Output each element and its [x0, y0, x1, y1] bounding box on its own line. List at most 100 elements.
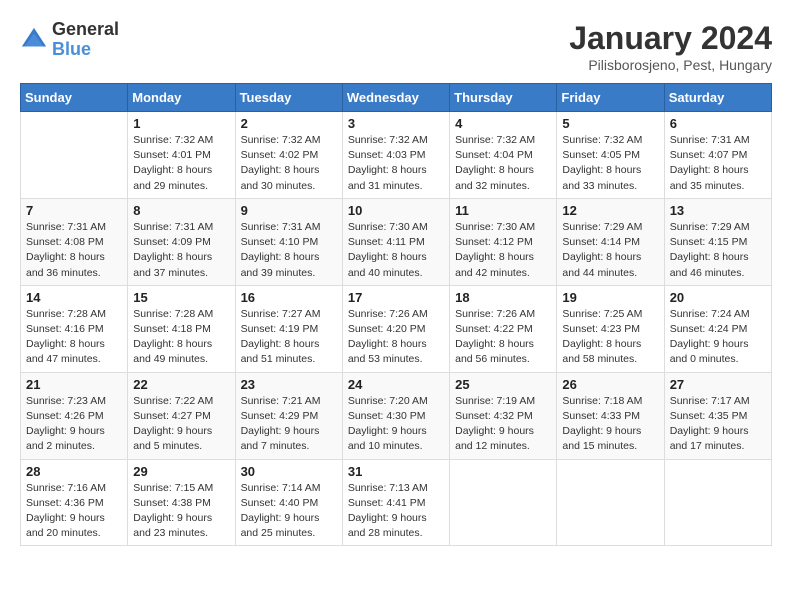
calendar-day-12: 12 Sunrise: 7:29 AMSunset: 4:14 PMDayligh… — [557, 198, 664, 285]
calendar-week-row: 21 Sunrise: 7:23 AMSunset: 4:26 PMDayligh… — [21, 372, 772, 459]
page-header: General Blue January 2024 Pilisborosjeno… — [20, 20, 772, 73]
day-info: Sunrise: 7:29 AMSunset: 4:15 PMDaylight:… — [670, 220, 766, 281]
day-number: 29 — [133, 464, 229, 479]
day-number: 12 — [562, 203, 658, 218]
day-number: 15 — [133, 290, 229, 305]
calendar-day-19: 19 Sunrise: 7:25 AMSunset: 4:23 PMDayligh… — [557, 285, 664, 372]
day-info: Sunrise: 7:16 AMSunset: 4:36 PMDaylight:… — [26, 481, 122, 542]
day-info: Sunrise: 7:30 AMSunset: 4:12 PMDaylight:… — [455, 220, 551, 281]
day-info: Sunrise: 7:15 AMSunset: 4:38 PMDaylight:… — [133, 481, 229, 542]
calendar-day-1: 1 Sunrise: 7:32 AMSunset: 4:01 PMDaylight… — [128, 112, 235, 199]
weekday-header-sunday: Sunday — [21, 84, 128, 112]
title-block: January 2024 Pilisborosjeno, Pest, Hunga… — [569, 20, 772, 73]
day-number: 7 — [26, 203, 122, 218]
weekday-header-row: SundayMondayTuesdayWednesdayThursdayFrid… — [21, 84, 772, 112]
day-number: 18 — [455, 290, 551, 305]
weekday-header-saturday: Saturday — [664, 84, 771, 112]
day-number: 23 — [241, 377, 337, 392]
day-number: 17 — [348, 290, 444, 305]
day-info: Sunrise: 7:29 AMSunset: 4:14 PMDaylight:… — [562, 220, 658, 281]
calendar-day-6: 6Sunrise: 7:31 AMSunset: 4:07 PMDaylight… — [664, 112, 771, 199]
calendar-day-23: 23 Sunrise: 7:21 AMSunset: 4:29 PMDayligh… — [235, 372, 342, 459]
day-info: Sunrise: 7:18 AMSunset: 4:33 PMDaylight:… — [562, 394, 658, 455]
calendar-empty-cell — [557, 459, 664, 546]
calendar-day-17: 17 Sunrise: 7:26 AMSunset: 4:20 PMDayligh… — [342, 285, 449, 372]
weekday-header-friday: Friday — [557, 84, 664, 112]
day-info: Sunrise: 7:13 AMSunset: 4:41 PMDaylight:… — [348, 481, 444, 542]
day-info: Sunrise: 7:32 AMSunset: 4:01 PMDaylight:… — [133, 133, 229, 194]
logo-icon — [20, 26, 48, 54]
day-number: 11 — [455, 203, 551, 218]
location: Pilisborosjeno, Pest, Hungary — [569, 57, 772, 73]
day-number: 22 — [133, 377, 229, 392]
day-info: Sunrise: 7:32 AMSunset: 4:04 PMDaylight:… — [455, 133, 551, 194]
day-info: Sunrise: 7:31 AMSunset: 4:09 PMDaylight:… — [133, 220, 229, 281]
calendar-day-31: 31 Sunrise: 7:13 AMSunset: 4:41 PMDayligh… — [342, 459, 449, 546]
calendar-day-4: 4 Sunrise: 7:32 AMSunset: 4:04 PMDaylight… — [450, 112, 557, 199]
day-number: 2 — [241, 116, 337, 131]
day-number: 28 — [26, 464, 122, 479]
day-number: 6 — [670, 116, 766, 131]
day-info: Sunrise: 7:27 AMSunset: 4:19 PMDaylight:… — [241, 307, 337, 368]
calendar-day-20: 20Sunrise: 7:24 AMSunset: 4:24 PMDayligh… — [664, 285, 771, 372]
calendar-day-28: 28 Sunrise: 7:16 AMSunset: 4:36 PMDayligh… — [21, 459, 128, 546]
calendar-empty-cell — [450, 459, 557, 546]
day-info: Sunrise: 7:32 AMSunset: 4:05 PMDaylight:… — [562, 133, 658, 194]
day-number: 31 — [348, 464, 444, 479]
calendar-day-26: 26 Sunrise: 7:18 AMSunset: 4:33 PMDayligh… — [557, 372, 664, 459]
calendar-empty-cell — [21, 112, 128, 199]
calendar-day-25: 25Sunrise: 7:19 AMSunset: 4:32 PMDayligh… — [450, 372, 557, 459]
calendar-week-row: 14Sunrise: 7:28 AMSunset: 4:16 PMDayligh… — [21, 285, 772, 372]
calendar-week-row: 1 Sunrise: 7:32 AMSunset: 4:01 PMDaylight… — [21, 112, 772, 199]
weekday-header-thursday: Thursday — [450, 84, 557, 112]
day-number: 1 — [133, 116, 229, 131]
day-info: Sunrise: 7:17 AMSunset: 4:35 PMDaylight:… — [670, 394, 766, 455]
calendar-day-7: 7 Sunrise: 7:31 AMSunset: 4:08 PMDaylight… — [21, 198, 128, 285]
day-info: Sunrise: 7:28 AMSunset: 4:16 PMDaylight:… — [26, 307, 122, 368]
month-title: January 2024 — [569, 20, 772, 57]
calendar-week-row: 7 Sunrise: 7:31 AMSunset: 4:08 PMDaylight… — [21, 198, 772, 285]
day-number: 19 — [562, 290, 658, 305]
day-info: Sunrise: 7:26 AMSunset: 4:20 PMDaylight:… — [348, 307, 444, 368]
day-info: Sunrise: 7:24 AMSunset: 4:24 PMDaylight:… — [670, 307, 766, 368]
day-info: Sunrise: 7:23 AMSunset: 4:26 PMDaylight:… — [26, 394, 122, 455]
day-number: 3 — [348, 116, 444, 131]
calendar-empty-cell — [664, 459, 771, 546]
logo: General Blue — [20, 20, 119, 60]
day-info: Sunrise: 7:20 AMSunset: 4:30 PMDaylight:… — [348, 394, 444, 455]
day-info: Sunrise: 7:28 AMSunset: 4:18 PMDaylight:… — [133, 307, 229, 368]
calendar-day-14: 14Sunrise: 7:28 AMSunset: 4:16 PMDayligh… — [21, 285, 128, 372]
day-info: Sunrise: 7:30 AMSunset: 4:11 PMDaylight:… — [348, 220, 444, 281]
logo-text: General Blue — [52, 20, 119, 60]
day-number: 16 — [241, 290, 337, 305]
day-number: 13 — [670, 203, 766, 218]
calendar-day-3: 3 Sunrise: 7:32 AMSunset: 4:03 PMDaylight… — [342, 112, 449, 199]
calendar-day-11: 11 Sunrise: 7:30 AMSunset: 4:12 PMDayligh… — [450, 198, 557, 285]
calendar-day-2: 2 Sunrise: 7:32 AMSunset: 4:02 PMDaylight… — [235, 112, 342, 199]
day-number: 5 — [562, 116, 658, 131]
weekday-header-tuesday: Tuesday — [235, 84, 342, 112]
calendar-day-21: 21 Sunrise: 7:23 AMSunset: 4:26 PMDayligh… — [21, 372, 128, 459]
calendar-table: SundayMondayTuesdayWednesdayThursdayFrid… — [20, 83, 772, 546]
day-number: 21 — [26, 377, 122, 392]
day-info: Sunrise: 7:21 AMSunset: 4:29 PMDaylight:… — [241, 394, 337, 455]
day-number: 27 — [670, 377, 766, 392]
calendar-day-30: 30Sunrise: 7:14 AMSunset: 4:40 PMDayligh… — [235, 459, 342, 546]
day-info: Sunrise: 7:31 AMSunset: 4:10 PMDaylight:… — [241, 220, 337, 281]
calendar-day-22: 22 Sunrise: 7:22 AMSunset: 4:27 PMDayligh… — [128, 372, 235, 459]
day-number: 26 — [562, 377, 658, 392]
day-info: Sunrise: 7:22 AMSunset: 4:27 PMDaylight:… — [133, 394, 229, 455]
day-info: Sunrise: 7:25 AMSunset: 4:23 PMDaylight:… — [562, 307, 658, 368]
calendar-day-9: 9 Sunrise: 7:31 AMSunset: 4:10 PMDaylight… — [235, 198, 342, 285]
day-number: 4 — [455, 116, 551, 131]
day-number: 9 — [241, 203, 337, 218]
calendar-day-18: 18Sunrise: 7:26 AMSunset: 4:22 PMDayligh… — [450, 285, 557, 372]
weekday-header-monday: Monday — [128, 84, 235, 112]
calendar-day-29: 29 Sunrise: 7:15 AMSunset: 4:38 PMDayligh… — [128, 459, 235, 546]
day-number: 25 — [455, 377, 551, 392]
day-number: 8 — [133, 203, 229, 218]
calendar-day-24: 24Sunrise: 7:20 AMSunset: 4:30 PMDayligh… — [342, 372, 449, 459]
day-info: Sunrise: 7:31 AMSunset: 4:08 PMDaylight:… — [26, 220, 122, 281]
day-info: Sunrise: 7:32 AMSunset: 4:03 PMDaylight:… — [348, 133, 444, 194]
day-info: Sunrise: 7:32 AMSunset: 4:02 PMDaylight:… — [241, 133, 337, 194]
